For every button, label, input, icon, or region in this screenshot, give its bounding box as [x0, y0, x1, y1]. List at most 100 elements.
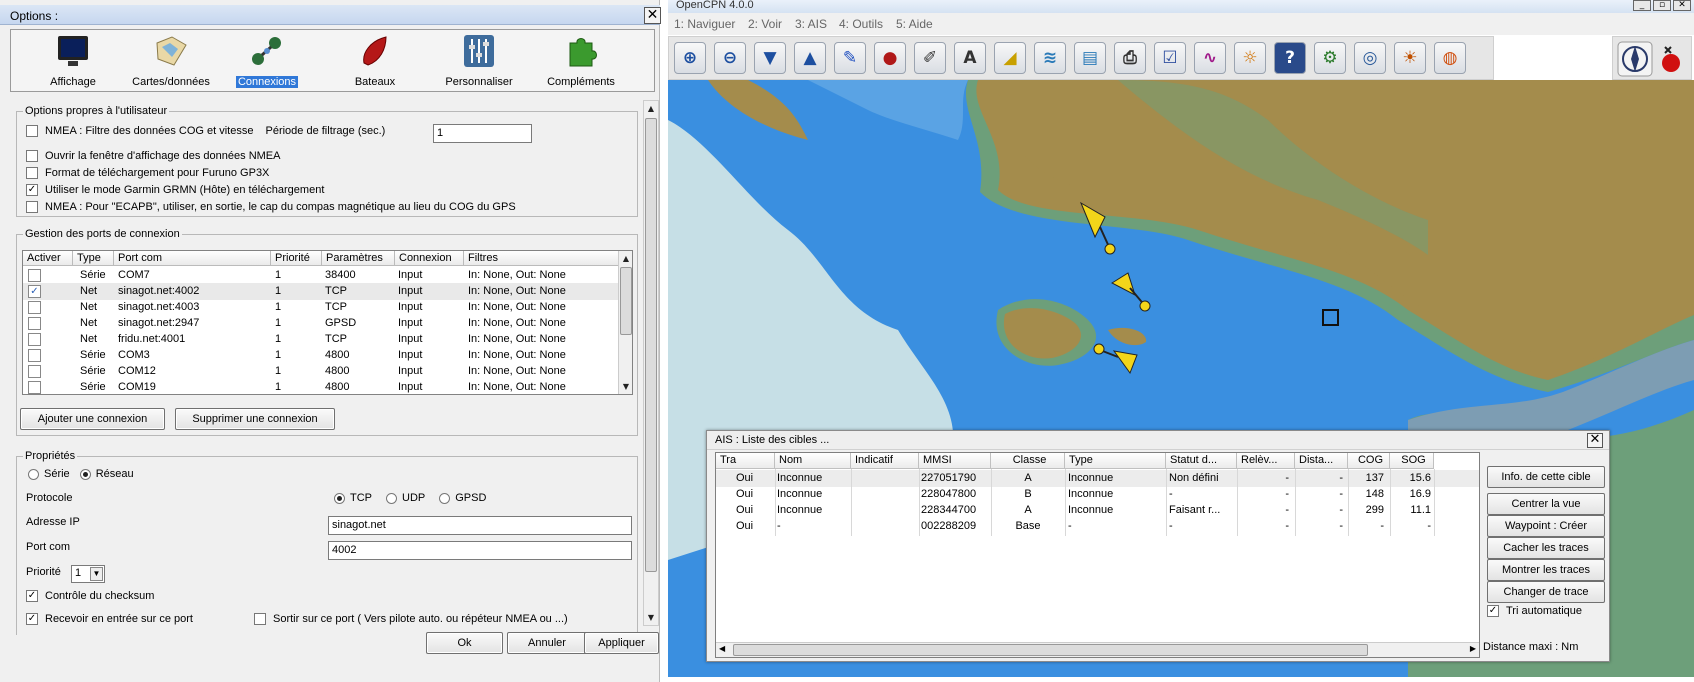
print-icon[interactable]: ⎙: [1114, 42, 1146, 74]
open-nmea-checkbox[interactable]: [26, 150, 38, 162]
target-info-button[interactable]: Info. de cette cible: [1487, 466, 1605, 488]
ecapb-checkbox[interactable]: [26, 201, 38, 213]
plugin-icon[interactable]: ⚙: [1314, 42, 1346, 74]
cancel-button[interactable]: Annuler: [507, 632, 587, 654]
filter-period-input[interactable]: 1: [433, 124, 532, 143]
ais-target-row[interactable]: Oui Inconnue 227051790 A Inconnue Non défini -…: [716, 470, 1479, 487]
connection-row[interactable]: Série COM3 1 4800 Input In: None, Out: None: [23, 347, 619, 364]
ais-target-row[interactable]: Oui - 002288209 Base - - - - - -: [716, 518, 1479, 535]
enable-checkbox[interactable]: [28, 269, 41, 282]
connection-row[interactable]: ✓ Net sinagot.net:4002 1 TCP Input In: None, O…: [23, 283, 619, 300]
serial-radio[interactable]: [28, 468, 39, 480]
route-manager-icon[interactable]: ☑: [1154, 42, 1186, 74]
connection-row[interactable]: Net fridu.net:4001 1 TCP Input In: None, Out:…: [23, 331, 619, 348]
scroll-up-icon[interactable]: ▲: [619, 251, 632, 266]
column-header[interactable]: Tra: [716, 453, 775, 469]
window-close-icon[interactable]: ✕: [1673, 0, 1691, 11]
help-icon[interactable]: ?: [1274, 42, 1306, 74]
enable-checkbox[interactable]: [28, 301, 41, 314]
menu-view[interactable]: 2: Voir: [748, 17, 782, 31]
category-ships[interactable]: Bateaux: [325, 33, 425, 88]
ais-close-button[interactable]: ✕: [1587, 433, 1603, 448]
column-header[interactable]: Filtres: [464, 251, 619, 266]
connections-list[interactable]: Activer Type Port com Priorité Paramètre…: [22, 250, 633, 395]
connections-scrollbar[interactable]: ▲ ▼: [618, 251, 632, 394]
connection-row[interactable]: Série COM19 1 4800 Input In: None, Out: None: [23, 379, 619, 394]
weather-icon[interactable]: ☀: [1394, 42, 1426, 74]
scroll-right-icon[interactable]: ▶: [1470, 644, 1476, 653]
minimize-icon[interactable]: _: [1633, 0, 1651, 11]
apply-button[interactable]: Appliquer: [584, 632, 659, 654]
enable-checkbox[interactable]: [28, 349, 41, 362]
menu-ais[interactable]: 3: AIS: [795, 17, 827, 31]
column-header[interactable]: COG: [1348, 453, 1390, 469]
track-icon[interactable]: ∿: [1194, 42, 1226, 74]
column-header[interactable]: Port com: [114, 251, 271, 266]
center-view-button[interactable]: Centrer la vue: [1487, 493, 1605, 515]
column-header[interactable]: SOG: [1390, 453, 1434, 469]
checksum-checkbox[interactable]: ✓: [26, 590, 38, 602]
route-icon[interactable]: ✎: [834, 42, 866, 74]
gpsd-radio[interactable]: [439, 492, 451, 504]
column-header[interactable]: Type: [1065, 453, 1166, 469]
options-scrollbar[interactable]: ▲ ▼: [643, 100, 659, 626]
category-display[interactable]: Affichage: [23, 33, 123, 88]
ais-target-row[interactable]: Oui Inconnue 228047800 B Inconnue - - - 148 16.9: [716, 486, 1479, 503]
scroll-thumb[interactable]: [620, 267, 632, 335]
remove-connection-button[interactable]: Supprimer une connexion: [175, 408, 335, 430]
boat-follow-icon[interactable]: ●: [874, 42, 906, 74]
column-header[interactable]: Nom: [775, 453, 851, 469]
text-icon[interactable]: A: [954, 42, 986, 74]
scroll-up-icon[interactable]: ▲: [644, 101, 658, 116]
column-header[interactable]: Statut d...: [1166, 453, 1237, 469]
connection-row[interactable]: Série COM12 1 4800 Input In: None, Out: None: [23, 363, 619, 380]
output-checkbox[interactable]: [254, 613, 266, 625]
restore-icon[interactable]: ▫: [1653, 0, 1671, 11]
scroll-down-icon[interactable]: ▼: [619, 379, 632, 394]
category-connections[interactable]: Connexions: [217, 33, 317, 88]
category-plugins[interactable]: Compléments: [531, 33, 631, 88]
connection-row[interactable]: Série COM7 1 38400 Input In: None, Out: None: [23, 267, 619, 284]
column-header[interactable]: Indicatif: [851, 453, 919, 469]
ais-hscrollbar[interactable]: ◀ ▶: [716, 642, 1479, 657]
ok-button[interactable]: Ok: [426, 632, 503, 654]
ais-target-row[interactable]: Oui Inconnue 228344700 A Inconnue Faisant r..…: [716, 502, 1479, 519]
radar-icon[interactable]: ◎: [1354, 42, 1386, 74]
mob-icon[interactable]: ◍: [1434, 42, 1466, 74]
menu-tools[interactable]: 4: Outils: [839, 17, 883, 31]
enable-checkbox[interactable]: ✓: [28, 285, 41, 298]
garmin-checkbox[interactable]: ✓: [26, 184, 38, 196]
zoom-in-icon[interactable]: ⊕: [674, 42, 706, 74]
ip-address-field[interactable]: sinagot.net: [328, 516, 632, 535]
menu-navigate[interactable]: 1: Naviguer: [674, 17, 735, 31]
priority-select[interactable]: 1 ▼: [71, 565, 105, 583]
add-connection-button[interactable]: Ajouter une connexion: [20, 408, 165, 430]
scroll-down-icon[interactable]: ▼: [644, 610, 658, 625]
scroll-thumb[interactable]: [645, 118, 657, 572]
nmea-filter-checkbox[interactable]: [26, 125, 38, 137]
change-track-button[interactable]: Changer de trace: [1487, 581, 1605, 603]
scale-down-icon[interactable]: ▼: [754, 42, 786, 74]
port-field[interactable]: 4002: [328, 541, 632, 560]
receive-checkbox[interactable]: ✓: [26, 613, 38, 625]
settings-icon[interactable]: ✐: [914, 42, 946, 74]
show-tracks-button[interactable]: Montrer les traces: [1487, 559, 1605, 581]
chevron-down-icon[interactable]: ▼: [90, 567, 103, 581]
tcp-radio[interactable]: [334, 492, 345, 504]
column-header[interactable]: Dista...: [1295, 453, 1348, 469]
layers-icon[interactable]: ▤: [1074, 42, 1106, 74]
category-charts[interactable]: Cartes/données: [121, 33, 221, 88]
ais-target-table[interactable]: Tra Nom Indicatif MMSI Classe Type Statu…: [715, 452, 1480, 658]
column-header[interactable]: Type: [73, 251, 114, 266]
column-header[interactable]: Activer: [23, 251, 73, 266]
menu-help[interactable]: 5: Aide: [896, 17, 933, 31]
scroll-left-icon[interactable]: ◀: [719, 644, 725, 653]
zoom-out-icon[interactable]: ⊖: [714, 42, 746, 74]
udp-radio[interactable]: [386, 492, 397, 504]
enable-checkbox[interactable]: [28, 317, 41, 330]
enable-checkbox[interactable]: [28, 381, 41, 394]
scale-up-icon[interactable]: ▲: [794, 42, 826, 74]
enable-checkbox[interactable]: [28, 333, 41, 346]
create-waypoint-button[interactable]: Waypoint : Créer: [1487, 515, 1605, 537]
category-customize[interactable]: Personnaliser: [429, 33, 529, 88]
